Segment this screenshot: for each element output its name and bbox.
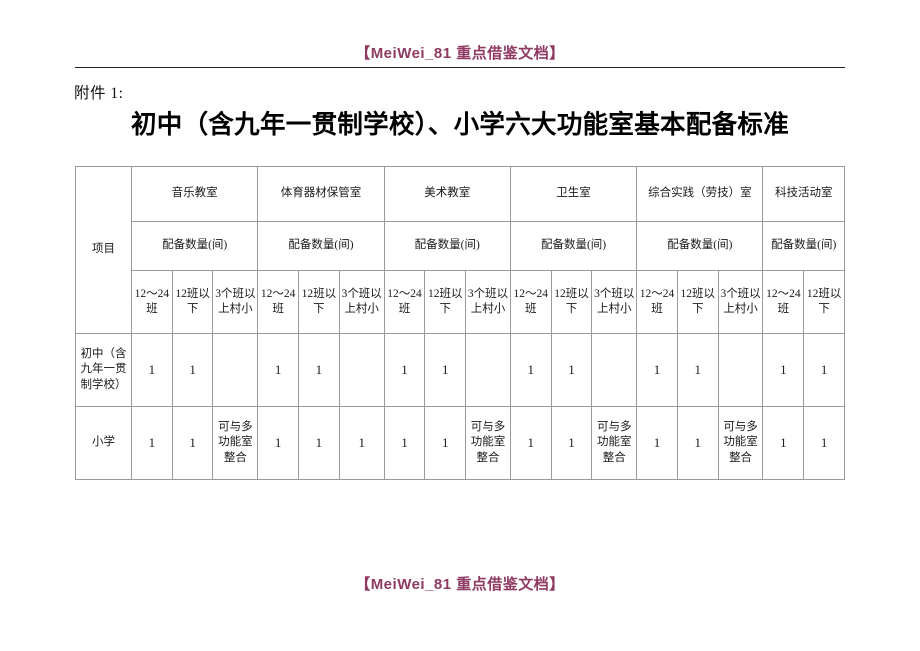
attachment-label: 附件 1:: [74, 85, 124, 102]
footer-watermark: 【MeiWei_81 重点借鉴文档】: [355, 576, 565, 593]
table-cell: 1: [509, 333, 552, 407]
row-label-cell: 小学: [74, 406, 133, 480]
item-header-cell: 项目: [74, 166, 133, 334]
table-cell: [465, 333, 511, 407]
table-cell: 1: [298, 333, 340, 407]
class-size-header-cell: 12～24班: [509, 270, 552, 334]
table-cell: 1: [171, 333, 214, 407]
table-row: 小学 1 1 可与多功能室整合 1 1 1 1 1 可与多功能室整合 1 1 可与多功能室整合 1 1 可与多…: [74, 406, 845, 480]
quantity-header-cell: 配备数量(间): [762, 221, 845, 271]
table-cell: 1: [550, 406, 593, 480]
quantity-header-cell: 配备数量(间): [131, 221, 259, 271]
class-size-header-cell: 12班以下: [171, 270, 214, 334]
group-name-cell: 综合实践（劳技）室: [636, 166, 764, 222]
table-cell: 1: [803, 406, 845, 480]
class-size-header-cell: 12～24班: [636, 270, 678, 334]
table-cell: 1: [803, 333, 845, 407]
table-cell: 1: [636, 406, 678, 480]
class-size-header-cell: 12～24班: [131, 270, 173, 334]
class-size-header-cell: 12班以下: [424, 270, 467, 334]
table-cell: 可与多功能室整合: [465, 406, 511, 480]
table-cell: 可与多功能室整合: [212, 406, 259, 480]
class-size-header-cell: 12～24班: [257, 270, 300, 334]
group-name-cell: 卫生室: [509, 166, 638, 222]
table-cell: [591, 333, 638, 407]
table-cell: 1: [636, 333, 678, 407]
quantity-header-row: 配备数量(间) 配备数量(间) 配备数量(间) 配备数量(间) 配备数量(间) 配备数量(…: [76, 221, 845, 271]
class-size-header-cell: 12班以下: [298, 270, 340, 334]
quantity-header-cell: 配备数量(间): [509, 221, 638, 271]
class-size-header-row: 12～24班 12班以下 3个班以上村小 12～24班 12班以下 3个班以上村小 12～2…: [76, 270, 845, 334]
table-cell: [717, 333, 764, 407]
class-size-header-cell: 3个班以上村小: [591, 270, 638, 334]
table-cell: 1: [338, 406, 385, 480]
table-cell: 1: [383, 333, 426, 407]
class-size-header-cell: 12班以下: [803, 270, 845, 334]
class-size-header-cell: 3个班以上村小: [338, 270, 385, 334]
spec-table: 项目 音乐教室 体育器材保管室 美术教室 卫生室 综合实践（劳技）室 科技活动室 配备数量(间…: [74, 166, 845, 480]
group-name-cell: 音乐教室: [131, 166, 259, 222]
class-size-header-cell: 12～24班: [762, 270, 805, 334]
table-cell: 1: [257, 333, 300, 407]
class-size-header-cell: 12班以下: [676, 270, 719, 334]
table-cell: 1: [676, 406, 719, 480]
table-row: 初中（含九年一贯制学校） 1 1 1 1 1 1 1 1 1 1 1 1: [74, 333, 845, 407]
class-size-header-cell: 12～24班: [383, 270, 426, 334]
class-size-header-cell: 3个班以上村小: [465, 270, 511, 334]
table-cell: 1: [550, 333, 593, 407]
table-cell: 1: [131, 406, 173, 480]
table-cell: 1: [257, 406, 300, 480]
table-cell: 1: [383, 406, 426, 480]
table-cell: 1: [762, 333, 805, 407]
table-cell: 1: [509, 406, 552, 480]
spec-table-wrapper: 项目 音乐教室 体育器材保管室 美术教室 卫生室 综合实践（劳技）室 科技活动室 配备数量(间…: [74, 166, 845, 480]
class-size-header-cell: 3个班以上村小: [212, 270, 259, 334]
class-size-header-cell: 3个班以上村小: [717, 270, 764, 334]
group-name-cell: 体育器材保管室: [257, 166, 385, 222]
table-cell: 1: [676, 333, 719, 407]
table-cell: 1: [424, 406, 467, 480]
group-name-cell: 美术教室: [383, 166, 511, 222]
table-cell: 1: [171, 406, 214, 480]
quantity-header-cell: 配备数量(间): [257, 221, 385, 271]
row-label-cell: 初中（含九年一贯制学校）: [74, 333, 133, 407]
table-cell: 1: [424, 333, 467, 407]
quantity-header-cell: 配备数量(间): [383, 221, 511, 271]
group-name-cell: 科技活动室: [762, 166, 845, 222]
group-name-row: 项目 音乐教室 体育器材保管室 美术教室 卫生室 综合实践（劳技）室 科技活动室: [74, 166, 845, 334]
document-page: 【MeiWei_81 重点借鉴文档】 附件 1: 初中（含九年一贯制学校）、小学…: [0, 0, 920, 651]
table-cell: 可与多功能室整合: [717, 406, 764, 480]
header-watermark: 【MeiWei_81 重点借鉴文档】: [355, 45, 565, 62]
table-cell: 1: [298, 406, 340, 480]
quantity-header-cell: 配备数量(间): [636, 221, 764, 271]
header-rule: [75, 67, 845, 68]
table-cell: [338, 333, 385, 407]
class-size-header-cell: 12班以下: [550, 270, 593, 334]
table-cell: 1: [762, 406, 805, 480]
table-cell: [212, 333, 259, 407]
table-cell: 1: [131, 333, 173, 407]
page-title: 初中（含九年一贯制学校）、小学六大功能室基本配备标准: [130, 111, 790, 139]
table-cell: 可与多功能室整合: [591, 406, 638, 480]
